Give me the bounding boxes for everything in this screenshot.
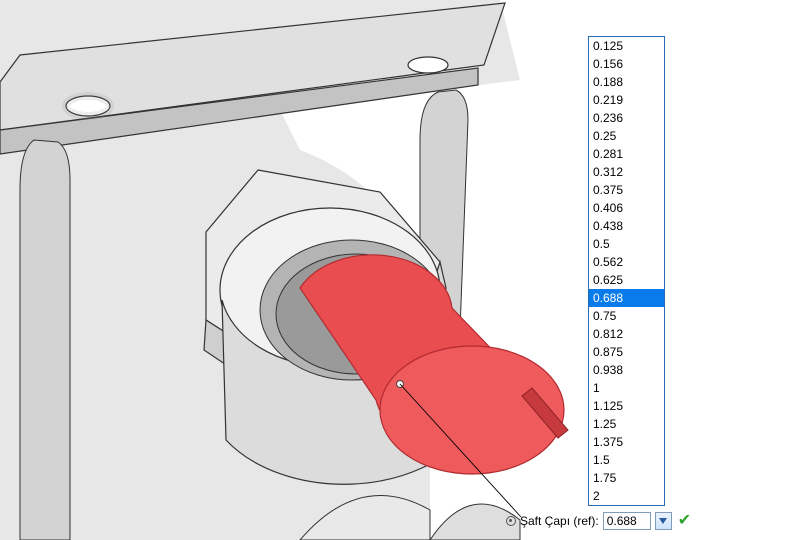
dropdown-option[interactable]: 0.281 [589, 145, 664, 163]
confirm-check-icon[interactable]: ✔ [676, 513, 691, 529]
chevron-down-icon [659, 518, 667, 524]
dropdown-option[interactable]: 0.938 [589, 361, 664, 379]
dimension-dropdown-button[interactable] [655, 512, 672, 530]
model-corner-post [20, 140, 70, 540]
dropdown-option[interactable]: 0.5 [589, 235, 664, 253]
dropdown-option[interactable]: 0.25 [589, 127, 664, 145]
dropdown-option[interactable]: 1.375 [589, 433, 664, 451]
dropdown-option[interactable]: 0.188 [589, 73, 664, 91]
dropdown-option[interactable]: 0.688 [589, 289, 664, 307]
dropdown-option[interactable]: 1.125 [589, 397, 664, 415]
dropdown-option[interactable]: 0.375 [589, 181, 664, 199]
model-flange-hole [408, 57, 448, 73]
dropdown-option[interactable]: 0.438 [589, 217, 664, 235]
dropdown-option[interactable]: 0.219 [589, 91, 664, 109]
dimension-dropdown-list[interactable]: 0.1250.1560.1880.2190.2360.250.2810.3120… [588, 36, 665, 506]
dropdown-option[interactable]: 1.75 [589, 469, 664, 487]
dropdown-option[interactable]: 0.312 [589, 163, 664, 181]
dimension-label: Şaft Çapı (ref): [520, 514, 599, 528]
dropdown-option[interactable]: 0.562 [589, 253, 664, 271]
dropdown-option[interactable]: 1.5 [589, 451, 664, 469]
model-viewport[interactable] [0, 0, 802, 540]
leader-endpoint-icon [506, 516, 516, 526]
dropdown-option[interactable]: 2 [589, 487, 664, 505]
dimension-input-row: Şaft Çapı (ref): ✔ [506, 512, 691, 530]
dropdown-option[interactable]: 0.406 [589, 199, 664, 217]
dropdown-option[interactable]: 0.875 [589, 343, 664, 361]
dropdown-option[interactable]: 0.125 [589, 37, 664, 55]
dropdown-option[interactable]: 1.25 [589, 415, 664, 433]
dropdown-option[interactable]: 1 [589, 379, 664, 397]
dropdown-option[interactable]: 0.625 [589, 271, 664, 289]
dimension-value-input[interactable] [603, 512, 651, 530]
dropdown-option[interactable]: 0.812 [589, 325, 664, 343]
dropdown-option[interactable]: 0.75 [589, 307, 664, 325]
dropdown-option[interactable]: 0.236 [589, 109, 664, 127]
dropdown-option[interactable]: 0.156 [589, 55, 664, 73]
